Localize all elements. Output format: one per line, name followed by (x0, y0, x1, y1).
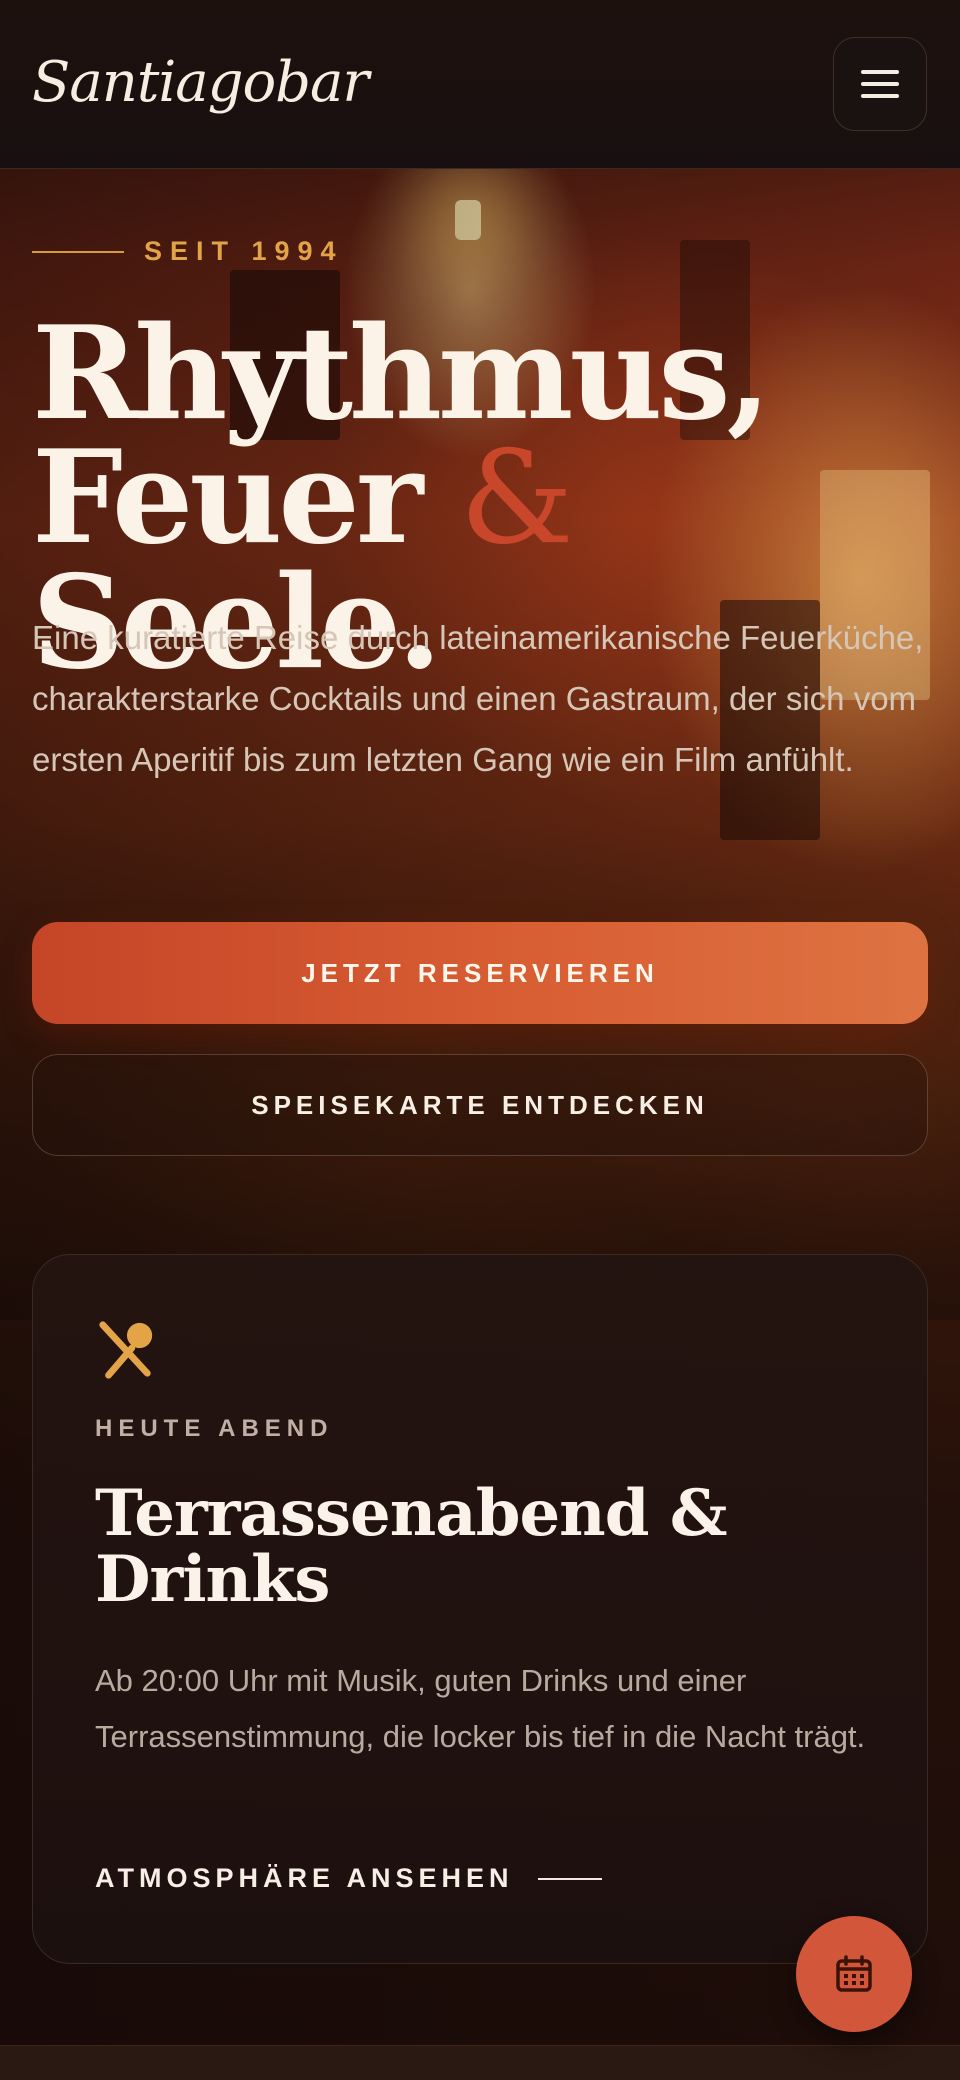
brand-logo[interactable]: Santiagobar (32, 50, 369, 115)
headline-ampersand: & (459, 424, 574, 573)
event-title: Terrassenabend & Drinks (95, 1476, 728, 1617)
event-description: Ab 20:00 Uhr mit Musik, guten Drinks und… (95, 1663, 866, 1754)
reserve-button[interactable]: JETZT RESERVIEREN (32, 922, 928, 1024)
menu-discover-button[interactable]: SPEISEKARTE ENTDECKEN (32, 1054, 928, 1156)
hamburger-menu-icon (861, 70, 899, 74)
event-kicker: HEUTE ABEND (95, 1415, 334, 1442)
eyebrow-line (32, 250, 124, 253)
hero-eyebrow: SEIT 1994 (32, 236, 344, 267)
event-card: HEUTE ABEND Terrassenabend & Drinks Ab 2… (32, 1254, 928, 1964)
link-line (537, 1877, 602, 1880)
reservation-fab[interactable] (796, 1916, 912, 2032)
atmosphere-link[interactable]: ATMOSPHÄRE ANSEHEN (95, 1863, 602, 1894)
atmosphere-link-label: ATMOSPHÄRE ANSEHEN (95, 1863, 514, 1893)
menu-button[interactable] (833, 37, 927, 131)
eyebrow-text: SEIT 1994 (144, 236, 344, 266)
site-header: Santiagobar (0, 0, 960, 169)
hero-intro-text: Eine kuratierte Reise durch lateinamerik… (32, 619, 924, 778)
utensils-icon (99, 1321, 153, 1379)
next-section-edge (0, 2045, 960, 2080)
calendar-icon (836, 1955, 872, 1992)
